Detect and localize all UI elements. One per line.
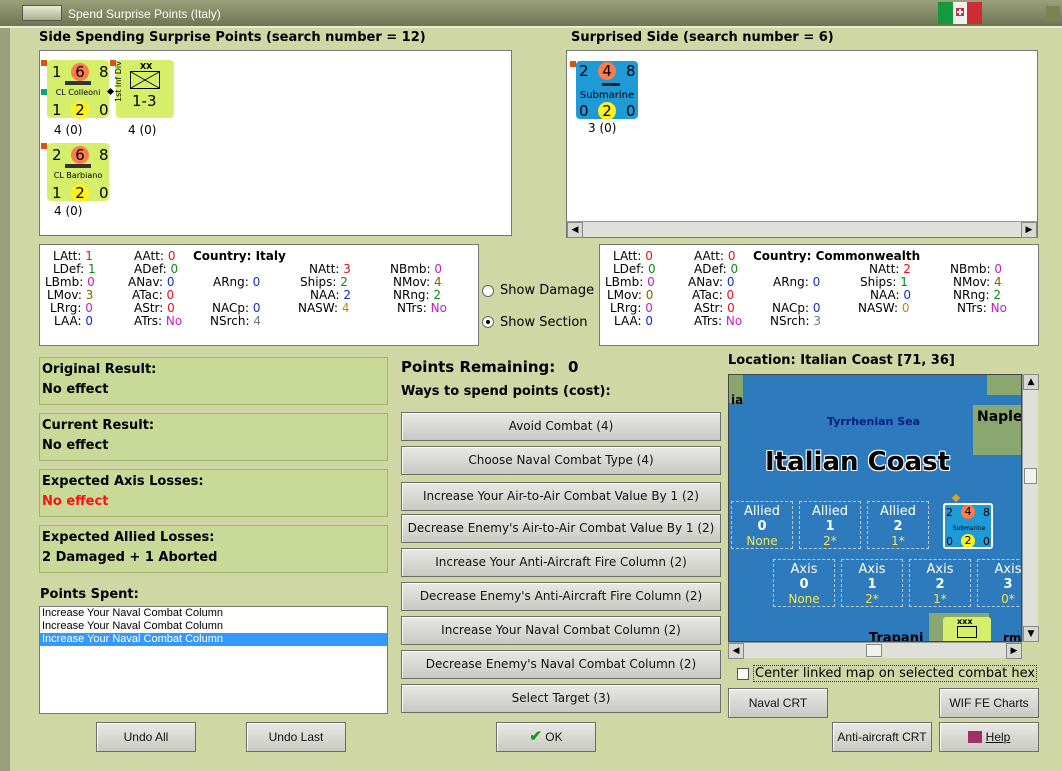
scroll-right-icon: ▶: [1006, 643, 1022, 659]
unit-counter-1st-inf-div[interactable]: 1st Inf Div XX 1-3: [114, 60, 174, 118]
allied-box-2[interactable]: Allied 2 1*: [867, 501, 929, 549]
unit-counter-cl-barbiano[interactable]: 2 6 8 CL Barbiano 1 2 0: [47, 143, 109, 202]
ship-silhouette-icon: [65, 81, 91, 85]
undo-last-button[interactable]: Undo Last: [246, 722, 346, 752]
axis-box-3[interactable]: Axis 3 0*: [977, 559, 1021, 607]
help-book-icon: [967, 731, 982, 743]
axis-losses-box: Expected Axis Losses: No effect: [39, 469, 388, 517]
country-label: Country: Italy: [193, 249, 286, 263]
unit-status: 4 (0): [128, 123, 157, 137]
surprised-side-header: Surprised Side (search number = 6): [571, 30, 834, 45]
window-menu-button[interactable]: [22, 5, 62, 21]
scroll-down-icon: ▼: [1023, 626, 1039, 642]
scroll-thumb: [866, 644, 882, 657]
map-submarine-counter[interactable]: 2 4 8 Submarine 0 2 0: [943, 503, 993, 549]
center-linked-map-label[interactable]: Center linked map on selected combat hex: [753, 665, 1038, 682]
window-title: Spend Surprise Points (Italy): [68, 7, 221, 21]
infantry-symbol-icon: [957, 626, 977, 638]
ways-to-spend-label: Ways to spend points (cost):: [401, 384, 611, 399]
show-section-label[interactable]: Show Section: [500, 315, 588, 330]
allied-box-1[interactable]: Allied 1 2*: [799, 501, 861, 549]
title-bar[interactable]: Spend Surprise Points (Italy): [0, 0, 1062, 28]
linked-map[interactable]: ia Tyrrhenian Sea Naple Italian Coast Al…: [728, 374, 1022, 642]
close-button[interactable]: [1046, 6, 1060, 22]
commonwealth-stats-panel: LAtt: 0 LDef: 0 LBmb: 0 LMov: 0 LRrg: 0 …: [599, 244, 1039, 346]
choose-naval-combat-type-button[interactable]: Choose Naval Combat Type (4): [401, 446, 721, 475]
wif-charts-button[interactable]: WIF FE Charts: [939, 688, 1039, 718]
marker-icon: [951, 493, 961, 503]
increase-naval-combat-button[interactable]: Increase Your Naval Combat Column (2): [401, 616, 721, 645]
points-spent-list[interactable]: Increase Your Naval Combat Column Increa…: [39, 606, 388, 714]
marker-icon: [41, 143, 47, 149]
unit-counter-submarine[interactable]: 2 4 8 Submarine 0 2 0: [576, 61, 638, 120]
map-title: Italian Coast: [765, 447, 950, 477]
submarine-silhouette-icon: [602, 83, 620, 86]
show-damage-label[interactable]: Show Damage: [500, 283, 594, 298]
surprised-side-panel: 2 4 8 Submarine 0 2 0 3 (0) ◀ ▶: [566, 50, 1038, 238]
show-section-radio[interactable]: [482, 316, 494, 328]
center-linked-map-checkbox[interactable]: [737, 668, 749, 680]
ship-silhouette-icon: [65, 164, 91, 168]
increase-air-to-air-button[interactable]: Increase Your Air-to-Air Combat Value By…: [401, 482, 721, 511]
unit-status: 4 (0): [54, 123, 83, 137]
decrease-enemy-naval-combat-button[interactable]: Decrease Enemy's Naval Combat Column (2): [401, 650, 721, 679]
land-tile: [987, 375, 1021, 395]
map-city-label: Trapani: [869, 631, 924, 642]
marker-icon: [41, 60, 47, 66]
marker-icon: [41, 89, 47, 95]
location-label: Location: Italian Coast [71, 36]: [728, 353, 955, 368]
horizontal-scrollbar[interactable]: ◀ ▶: [567, 221, 1037, 238]
current-result-box: Current Result: No effect: [39, 413, 388, 461]
infantry-symbol-icon: [130, 71, 160, 89]
increase-anti-aircraft-button[interactable]: Increase Your Anti-Aircraft Fire Column …: [401, 548, 721, 577]
scroll-up-icon: ▲: [1023, 374, 1039, 390]
show-damage-radio[interactable]: [482, 285, 494, 297]
axis-box-2[interactable]: Axis 2 1*: [909, 559, 971, 607]
scroll-right-icon: ▶: [1021, 222, 1037, 238]
unit-status: 3 (0): [588, 121, 617, 135]
points-remaining-value: 0: [568, 358, 579, 376]
anti-aircraft-crt-button[interactable]: Anti-aircraft CRT: [832, 722, 932, 752]
marker-icon: [570, 61, 576, 67]
italy-stats-panel: LAtt: 1 LDef: 1 LBmb: 0 LMov: 3 LRrg: 0 …: [39, 244, 479, 346]
ok-button[interactable]: ✔ OK: [496, 722, 596, 752]
map-place-label: rm: [1003, 631, 1022, 642]
points-remaining-label: Points Remaining:: [401, 358, 556, 376]
undo-all-button[interactable]: Undo All: [96, 722, 196, 752]
avoid-combat-button[interactable]: Avoid Combat (4): [401, 412, 721, 441]
scroll-thumb: [1024, 468, 1037, 484]
map-city-label: Naple: [977, 409, 1022, 425]
decrease-enemy-air-to-air-button[interactable]: Decrease Enemy's Air-to-Air Combat Value…: [401, 514, 721, 543]
axis-box-1[interactable]: Axis 1 2*: [841, 559, 903, 607]
spending-side-header: Side Spending Surprise Points (search nu…: [39, 30, 426, 45]
help-button[interactable]: Help: [939, 722, 1039, 752]
allied-box-0[interactable]: Allied 0 None: [731, 501, 793, 549]
marker-icon: [110, 60, 116, 66]
unit-counter-cl-colleoni[interactable]: 1 6 8 CL Colleoni 1 2 0: [47, 60, 109, 119]
italy-flag-icon: [938, 2, 982, 24]
map-corps-counter[interactable]: xxx: [943, 617, 991, 641]
map-vertical-scrollbar[interactable]: ▲ ▼: [1022, 374, 1039, 642]
decrease-enemy-anti-aircraft-button[interactable]: Decrease Enemy's Anti-Aircraft Fire Colu…: [401, 582, 721, 611]
list-item[interactable]: Increase Your Naval Combat Column: [40, 607, 387, 620]
allied-losses-box: Expected Allied Losses: 2 Damaged + 1 Ab…: [39, 525, 388, 573]
original-result-box: Original Result: No effect: [39, 357, 388, 405]
points-spent-label: Points Spent:: [40, 587, 139, 602]
map-place-label: ia: [731, 393, 744, 407]
axis-box-0[interactable]: Axis 0 None: [773, 559, 835, 607]
left-border: [0, 28, 10, 771]
scroll-left-icon: ◀: [728, 643, 744, 659]
scroll-left-icon: ◀: [567, 222, 583, 238]
naval-crt-button[interactable]: Naval CRT: [728, 688, 828, 718]
unit-status: 4 (0): [54, 204, 83, 218]
spending-side-panel: 1 6 8 CL Colleoni 1 2 0 4 (0) 1st Inf Di…: [39, 50, 512, 236]
select-target-button[interactable]: Select Target (3): [401, 684, 721, 713]
checkmark-icon: ✔: [529, 728, 542, 745]
list-item[interactable]: Increase Your Naval Combat Column: [40, 633, 387, 646]
map-sea-label: Tyrrhenian Sea: [827, 415, 921, 428]
map-horizontal-scrollbar[interactable]: ◀ ▶: [728, 642, 1022, 659]
list-item[interactable]: Increase Your Naval Combat Column: [40, 620, 387, 633]
